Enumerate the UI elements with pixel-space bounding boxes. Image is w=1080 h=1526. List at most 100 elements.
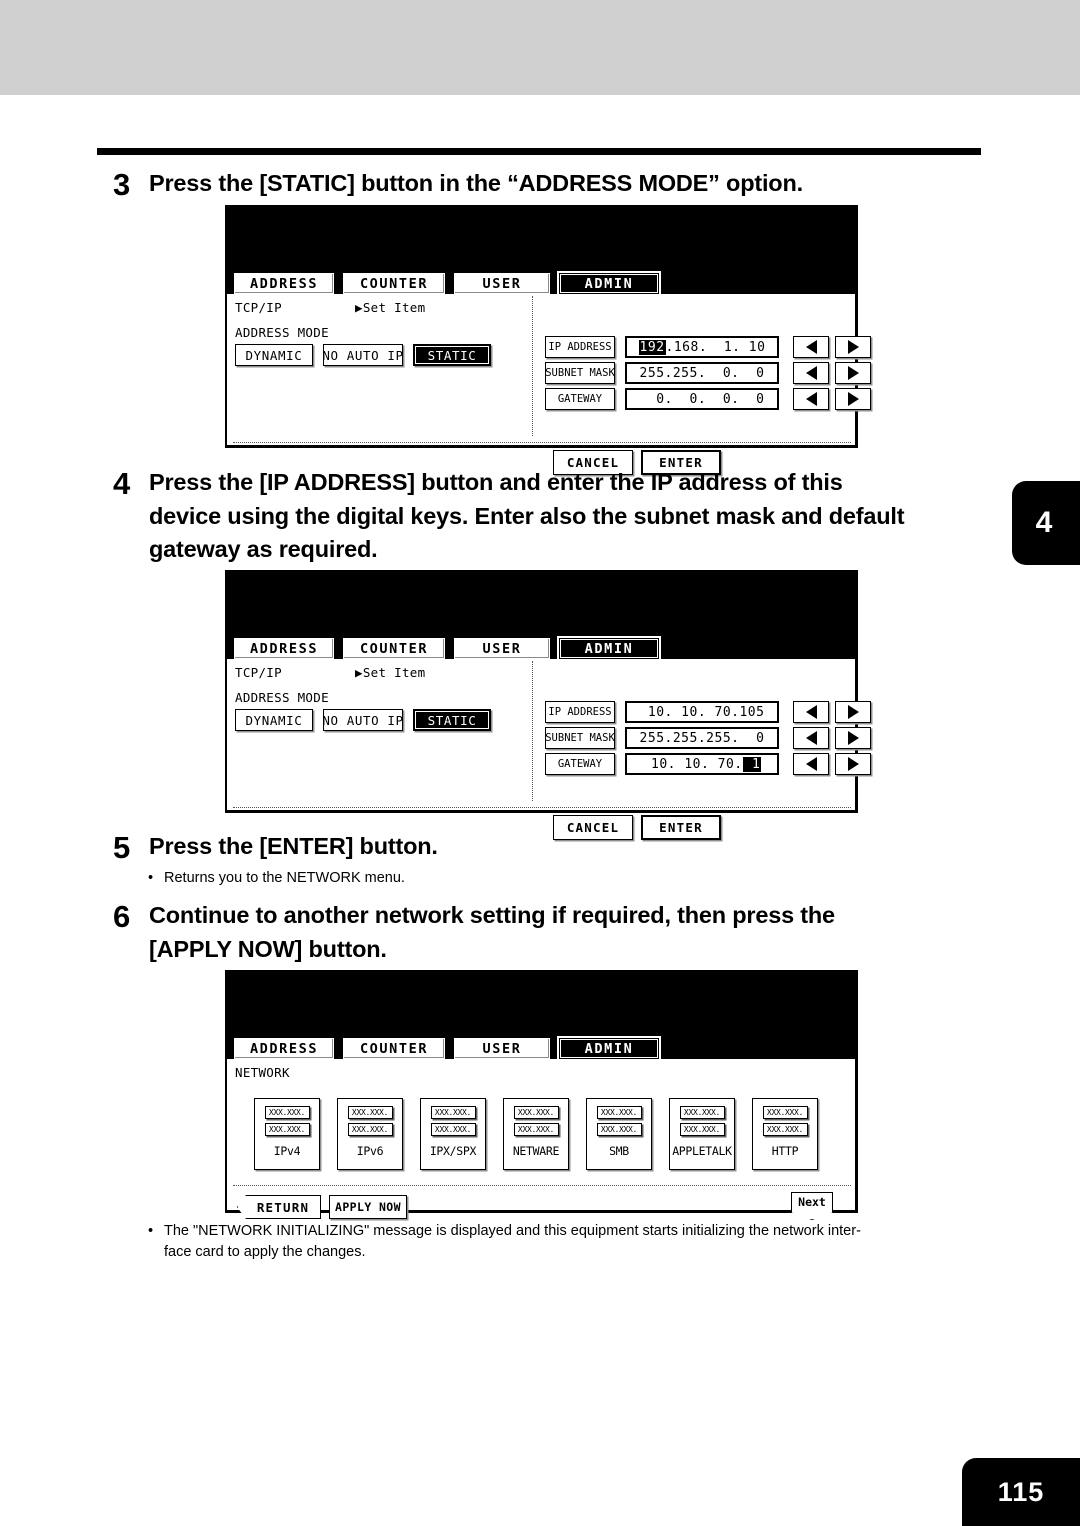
next-button[interactable]: Next [791, 1192, 833, 1220]
arrow-right-icon [847, 366, 859, 380]
mode-button-no-auto-ip-1[interactable]: NO AUTO IP [322, 344, 403, 366]
lcd-panel-tcpip-static: ADDRESS COUNTER USER ADMIN TCP/IP ▶Set I… [225, 205, 871, 475]
field-value-gateway-1[interactable]: 0. 0. 0. 0 [625, 388, 779, 410]
panel-horizontal-divider-2 [233, 807, 851, 808]
subnet-mask-right-arrow-1[interactable] [835, 362, 871, 384]
lcd-panel-tcpip-entered: ADDRESS COUNTER USER ADMIN TCP/IP ▶Set I… [225, 570, 871, 840]
gateway-right-arrow-2[interactable] [835, 753, 871, 775]
step-6-line-1: Continue to another network setting if r… [149, 902, 835, 928]
field-value-ip-address-2[interactable]: 10. 10. 70.105 [625, 701, 779, 723]
menu-path-2: TCP/IP [235, 665, 282, 680]
placeholder-box-icon: XXX.XXX. [264, 1123, 310, 1136]
panel-body-1: TCP/IP ▶Set Item ADDRESS MODE DYNAMIC NO… [227, 294, 871, 475]
mode-button-static-2[interactable]: STATIC [413, 709, 491, 731]
tab-user[interactable]: USER [452, 636, 552, 659]
field-button-ip-address-2[interactable]: IP ADDRESS [545, 701, 615, 723]
field-value-subnet-mask-2[interactable]: 255.255.255. 0 [625, 727, 779, 749]
mode-button-dynamic-1[interactable]: DYNAMIC [235, 344, 313, 366]
network-button-smb[interactable]: XXX.XXX. XXX.XXX. SMB [586, 1098, 652, 1170]
placeholder-box-icon: XXX.XXX. [264, 1106, 310, 1119]
field-button-gateway-2[interactable]: GATEWAY [545, 753, 615, 775]
tab-counter[interactable]: COUNTER [341, 636, 447, 659]
tab-counter[interactable]: COUNTER [341, 271, 447, 294]
mode-button-static-1[interactable]: STATIC [413, 344, 491, 366]
mode-button-dynamic-2[interactable]: DYNAMIC [235, 709, 313, 731]
network-button-netware[interactable]: XXX.XXX. XXX.XXX. NETWARE [503, 1098, 569, 1170]
panel-header-1 [227, 207, 855, 269]
network-button-label: IPv6 [356, 1144, 384, 1158]
field-value-ip-address-1[interactable]: 192.168. 1. 10 [625, 336, 779, 358]
gateway-octet-highlight-2: 1 [742, 756, 762, 772]
gateway-octets-prefix-2: 10. 10. 70. [642, 756, 743, 772]
mode-button-no-auto-ip-2[interactable]: NO AUTO IP [322, 709, 403, 731]
return-button[interactable]: RETURN [237, 1195, 321, 1219]
chapter-side-tab: 4 [1012, 481, 1080, 565]
panel-horizontal-divider-1 [233, 442, 851, 443]
ip-octets-rest-1: .168. 1. 10 [665, 339, 766, 355]
tab-address[interactable]: ADDRESS [232, 1036, 336, 1059]
network-button-appletalk[interactable]: XXX.XXX. XXX.XXX. APPLETALK [669, 1098, 735, 1170]
arrow-right-icon [847, 392, 859, 406]
network-button-http[interactable]: XXX.XXX. XXX.XXX. HTTP [752, 1098, 818, 1170]
subnet-mask-left-arrow-1[interactable] [793, 362, 829, 384]
ip-octet-highlight-1: 192 [638, 339, 666, 355]
step-4-line-3: gateway as required. [149, 536, 378, 563]
set-item-label-1: ▶Set Item [355, 300, 426, 315]
step-4-line-1: Press the [IP ADDRESS] button and enter … [149, 469, 843, 495]
arrow-left-icon [805, 731, 817, 745]
set-item-label-2: ▶Set Item [355, 665, 426, 680]
field-value-gateway-2[interactable]: 10. 10. 70. 1 [625, 753, 779, 775]
tab-address[interactable]: ADDRESS [232, 636, 336, 659]
placeholder-box-icon: XXX.XXX. [430, 1106, 476, 1119]
network-button-ipv6[interactable]: XXX.XXX. XXX.XXX. IPv6 [337, 1098, 403, 1170]
bottom-note-line-1: The "NETWORK INITIALIZING" message is di… [164, 1223, 861, 1239]
field-value-subnet-mask-1[interactable]: 255.255. 0. 0 [625, 362, 779, 384]
tab-admin[interactable]: ADMIN [557, 1036, 661, 1059]
ip-address-right-arrow-1[interactable] [835, 336, 871, 358]
field-button-ip-address-1[interactable]: IP ADDRESS [545, 336, 615, 358]
panel-body-3: NETWORK XXX.XXX. XXX.XXX. IPv4 XXX.XXX. … [227, 1059, 855, 1220]
apply-now-button[interactable]: APPLY NOW [329, 1195, 407, 1219]
subnet-mask-left-arrow-2[interactable] [793, 727, 829, 749]
bottom-note: • The "NETWORK INITIALIZING" message is … [148, 1221, 988, 1262]
gateway-left-arrow-2[interactable] [793, 753, 829, 775]
panel-header-2 [227, 572, 855, 634]
placeholder-box-icon: XXX.XXX. [679, 1123, 725, 1136]
placeholder-box-icon: XXX.XXX. [679, 1106, 725, 1119]
menu-path-1: TCP/IP [235, 300, 282, 315]
arrow-left-icon [805, 392, 817, 406]
tab-admin[interactable]: ADMIN [557, 271, 661, 294]
tab-user[interactable]: USER [452, 1036, 552, 1059]
subnet-mask-right-arrow-2[interactable] [835, 727, 871, 749]
bullet-icon: • [148, 870, 154, 886]
tab-admin[interactable]: ADMIN [557, 636, 661, 659]
step-4-line-2: device using the digital keys. Enter als… [149, 502, 905, 529]
gateway-left-arrow-1[interactable] [793, 388, 829, 410]
field-button-subnet-mask-2[interactable]: SUBNET MASK [545, 727, 615, 749]
placeholder-box-icon: XXX.XXX. [347, 1106, 393, 1119]
arrow-right-icon [847, 705, 859, 719]
network-button-ipv4[interactable]: XXX.XXX. XXX.XXX. IPv4 [254, 1098, 320, 1170]
tab-counter[interactable]: COUNTER [341, 1036, 447, 1059]
placeholder-box-icon: XXX.XXX. [596, 1106, 642, 1119]
field-button-gateway-1[interactable]: GATEWAY [545, 388, 615, 410]
ip-address-left-arrow-1[interactable] [793, 336, 829, 358]
network-button-ipx-spx[interactable]: XXX.XXX. XXX.XXX. IPX/SPX [420, 1098, 486, 1170]
step-4: 4 Press the [IP ADDRESS] button and ente… [113, 466, 993, 567]
ip-address-right-arrow-2[interactable] [835, 701, 871, 723]
step-6-text-block: Continue to another network setting if r… [149, 899, 835, 966]
address-mode-label-2: ADDRESS MODE [235, 690, 329, 705]
lcd-panel-network: ADDRESS COUNTER USER ADMIN NETWORK XXX.X… [225, 970, 858, 1220]
bottom-note-line-2: face card to apply the changes. [164, 1243, 366, 1260]
gateway-right-arrow-1[interactable] [835, 388, 871, 410]
tab-address[interactable]: ADDRESS [232, 271, 336, 294]
step-5-note: • Returns you to the NETWORK menu. [148, 868, 968, 889]
step-5-note-text: Returns you to the NETWORK menu. [164, 870, 405, 886]
ip-address-left-arrow-2[interactable] [793, 701, 829, 723]
tab-user[interactable]: USER [452, 271, 552, 294]
address-mode-label-1: ADDRESS MODE [235, 325, 329, 340]
field-button-subnet-mask-1[interactable]: SUBNET MASK [545, 362, 615, 384]
placeholder-box-icon: XXX.XXX. [513, 1106, 559, 1119]
network-button-label: HTTP [771, 1144, 799, 1158]
panel-vertical-divider-1 [532, 296, 533, 436]
